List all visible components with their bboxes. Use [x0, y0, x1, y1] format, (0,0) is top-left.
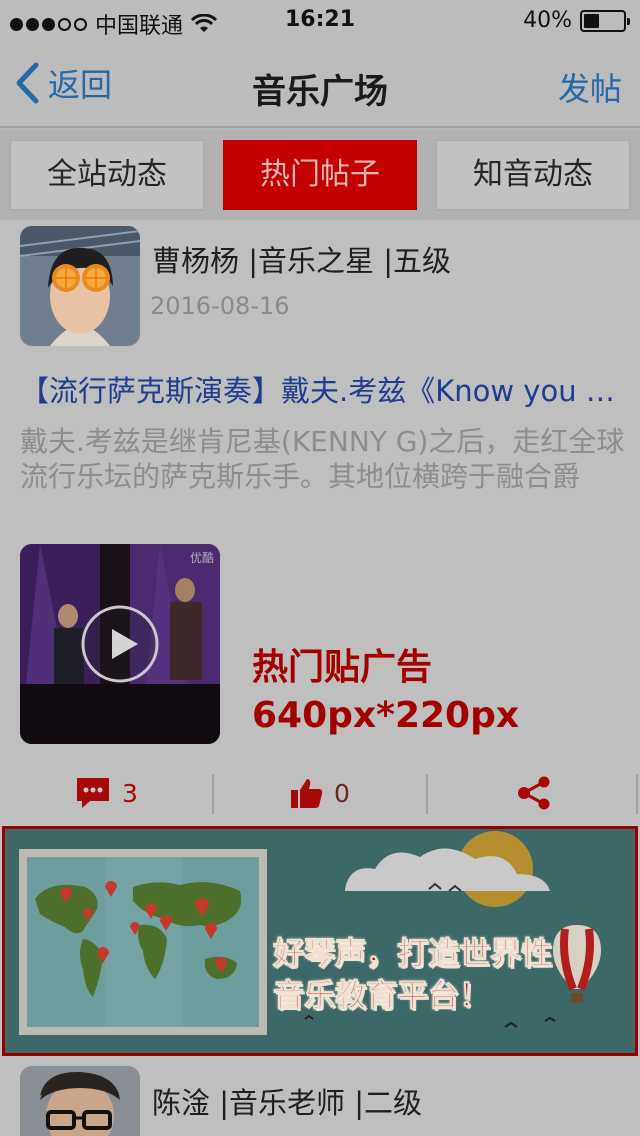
author-avatar[interactable]: [20, 1066, 140, 1136]
post-actions: 3 0: [0, 768, 640, 818]
page-title: 音乐广场: [252, 72, 388, 112]
comment-icon: [77, 778, 110, 808]
action-divider: [636, 774, 638, 814]
tab-bar: 全站动态 热门帖子 知音动态: [0, 130, 640, 220]
new-post-button[interactable]: 发帖: [558, 64, 622, 110]
tab-site-activity[interactable]: 全站动态: [10, 140, 204, 210]
post-feed: 曹杨杨 |音乐之星 |五级 2016-08-16 【流行萨克斯演奏】戴夫.考兹《…: [0, 220, 640, 1136]
like-button[interactable]: 0: [214, 768, 426, 818]
ad-placeholder-caption: 热门贴广告 640px*220px: [252, 644, 519, 740]
post-excerpt: 戴夫.考兹是继肯尼基(KENNY G)之后，走红全球流行乐坛的萨克斯乐手。其地位…: [20, 425, 625, 493]
promo-banner[interactable]: 好琴声，打造世界性 音乐教育平台！: [2, 826, 638, 1056]
video-watermark: 优酷: [190, 551, 214, 565]
navigation-bar: 返回 音乐广场 发帖: [0, 40, 640, 128]
thumbs-up-icon: [291, 779, 323, 808]
status-bar: 中国联通 16:21 40%: [0, 0, 640, 40]
like-count: 0: [334, 778, 350, 808]
author-name[interactable]: 陈淦 |音乐老师 |二级: [152, 1080, 422, 1122]
ad-caption-line1: 热门贴广告: [252, 647, 433, 688]
play-icon[interactable]: [80, 604, 160, 684]
author-avatar[interactable]: [20, 226, 140, 346]
tab-friend-activity[interactable]: 知音动态: [436, 140, 630, 210]
share-button[interactable]: [428, 768, 640, 818]
banner-line1: 好琴声，打造世界性: [273, 936, 553, 973]
tab-hot-posts[interactable]: 热门帖子: [223, 140, 417, 210]
ad-caption-line2: 640px*220px: [252, 695, 520, 736]
comment-button[interactable]: 3: [0, 768, 212, 818]
post-title[interactable]: 【流行萨克斯演奏】戴夫.考兹《Know you by heart》: [20, 368, 620, 410]
banner-line2: 音乐教育平台！: [273, 978, 491, 1015]
video-thumbnail[interactable]: 优酷: [20, 544, 220, 744]
battery-percent: 40%: [523, 8, 572, 33]
author-name[interactable]: 曹杨杨 |音乐之星 |五级: [152, 238, 451, 280]
banner-slogan: 好琴声，打造世界性 音乐教育平台！: [273, 933, 553, 1017]
share-icon: [518, 776, 550, 810]
post-date: 2016-08-16: [150, 292, 290, 320]
battery-icon: [580, 9, 630, 32]
comment-count: 3: [122, 778, 138, 808]
